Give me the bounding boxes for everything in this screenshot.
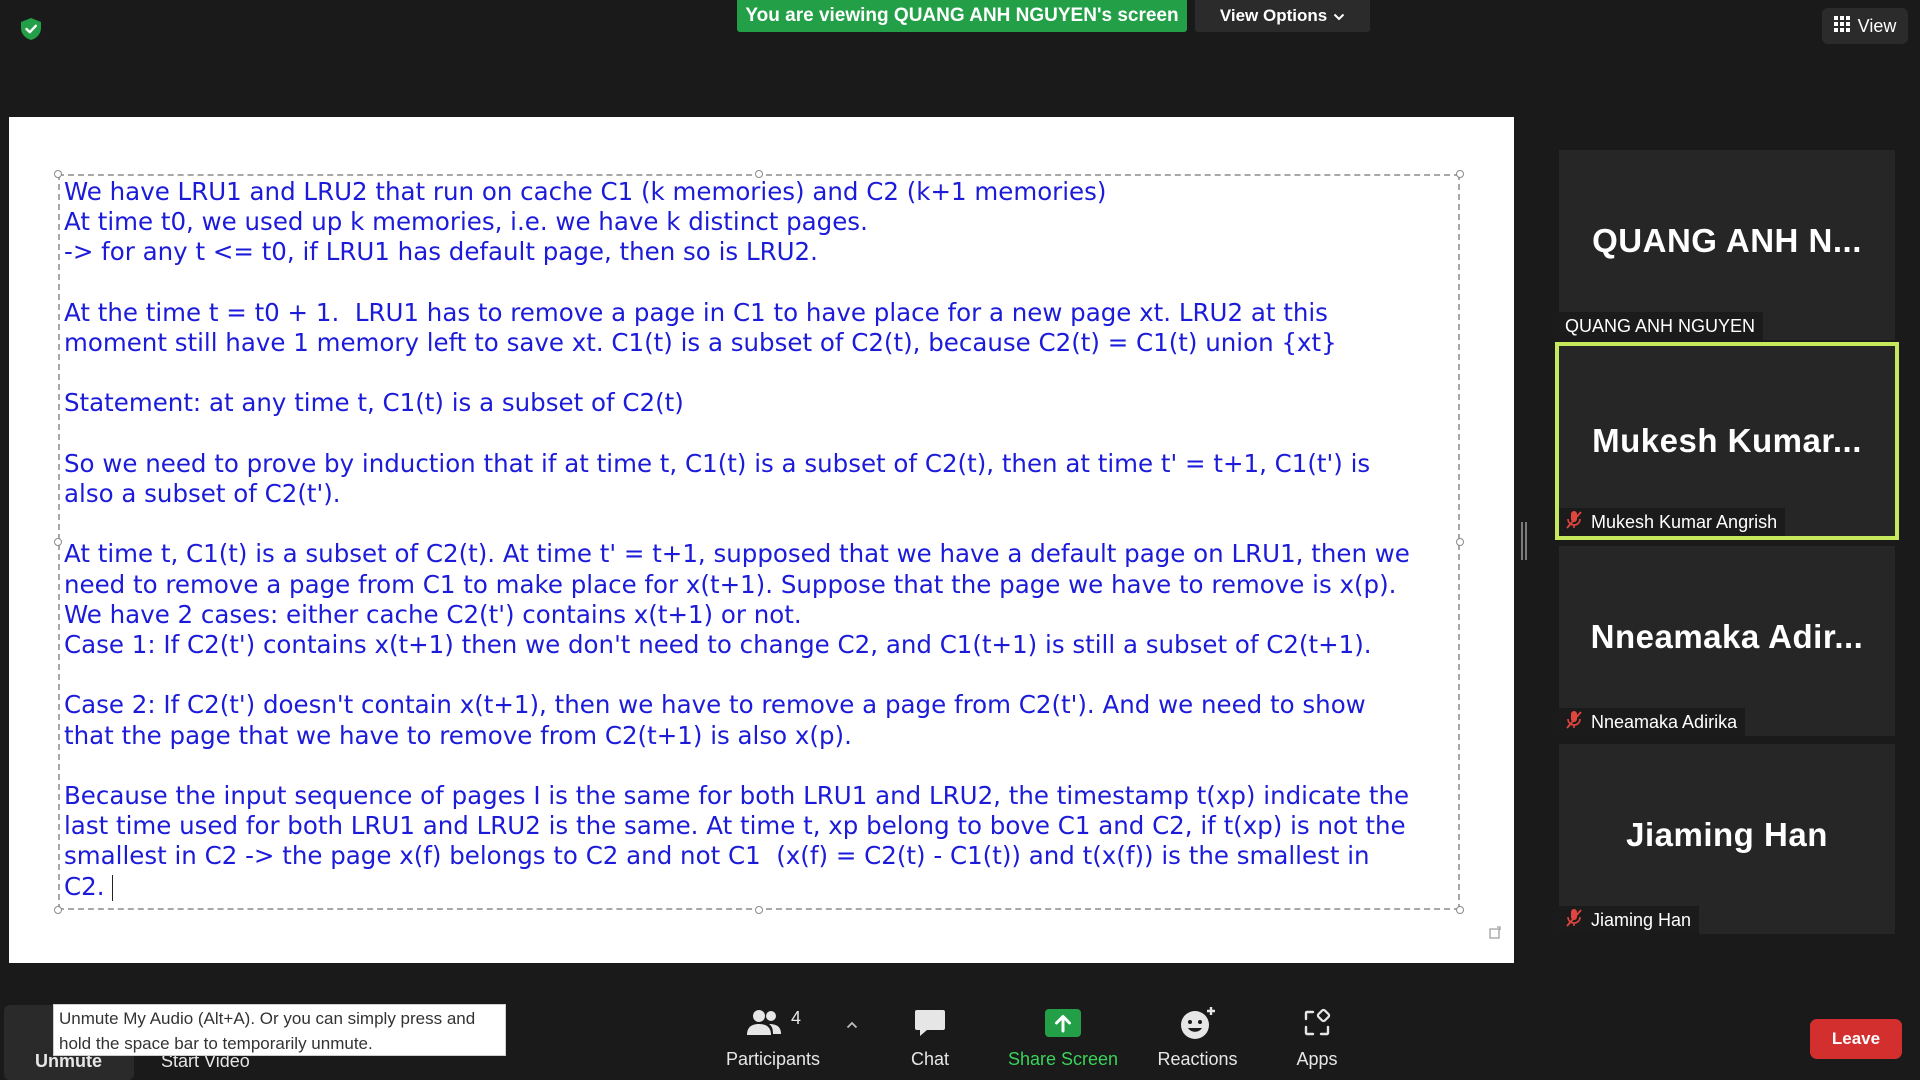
chat-button[interactable]: Chat — [900, 1003, 960, 1073]
participants-button[interactable]: 4 Participants — [718, 1003, 828, 1073]
participants-count: 4 — [790, 1007, 801, 1028]
participant-name-label: Mukesh Kumar Angrish — [1559, 508, 1786, 536]
screen-share-banner: You are viewing QUANG ANH NGUYEN's scree… — [737, 0, 1187, 32]
muted-mic-icon — [1565, 710, 1583, 735]
participant-tile-active-speaker[interactable]: Mukesh Kumar... Mukesh Kumar Angrish — [1555, 342, 1899, 540]
participant-name-label: Nneamaka Adirika — [1559, 708, 1746, 736]
grid-icon — [1833, 15, 1850, 37]
apps-label: Apps — [1296, 1049, 1338, 1069]
panel-resize-splitter[interactable] — [1521, 522, 1527, 560]
participant-tile-name: Nneamaka Adir... — [1590, 618, 1864, 655]
participant-name-label: QUANG ANH NGUYEN — [1559, 312, 1764, 340]
resize-handle-bottom[interactable] — [755, 906, 763, 914]
document-text[interactable]: We have LRU1 and LRU2 that run on cache … — [64, 177, 1459, 902]
participant-tile-name: QUANG ANH N... — [1592, 222, 1862, 259]
muted-mic-icon — [1565, 510, 1583, 535]
text-caret — [112, 874, 114, 901]
participant-tile-name: Jiaming Han — [1626, 816, 1828, 853]
apps-button[interactable]: Apps — [1287, 1003, 1347, 1073]
leave-label: Leave — [1831, 1029, 1881, 1048]
share-screen-button[interactable]: Share Screen — [1003, 1003, 1123, 1073]
view-label: View — [1857, 15, 1897, 36]
apps-icon — [1302, 1003, 1332, 1043]
tooltip-text: Unmute My Audio (Alt+A). Or you can simp… — [59, 1009, 476, 1053]
chat-label: Chat — [910, 1049, 950, 1069]
chat-icon — [913, 1003, 947, 1043]
reactions-button[interactable]: Reactions — [1150, 1003, 1245, 1073]
participants-caret-up-icon[interactable] — [846, 1016, 858, 1034]
reactions-icon — [1178, 1003, 1218, 1043]
resize-handle-left[interactable] — [54, 538, 62, 546]
participant-name-label: Jiaming Han — [1559, 906, 1700, 934]
participants-label: Participants — [725, 1049, 821, 1069]
resize-handle-bottom-left[interactable] — [54, 906, 62, 914]
share-screen-label: Share Screen — [1007, 1049, 1119, 1069]
reactions-label: Reactions — [1157, 1049, 1238, 1069]
viewing-text: You are viewing QUANG ANH NGUYEN's scree… — [745, 5, 1179, 26]
muted-mic-icon — [1565, 908, 1583, 933]
participant-tile[interactable]: QUANG ANH N... QUANG ANH NGUYEN — [1559, 150, 1895, 340]
rotate-icon — [1487, 925, 1503, 941]
participant-tile-name: Mukesh Kumar... — [1592, 422, 1862, 459]
participants-icon: 4 — [745, 1003, 801, 1043]
participant-tile[interactable]: Nneamaka Adir... Nneamaka Adirika — [1559, 546, 1895, 736]
document-body: We have LRU1 and LRU2 that run on cache … — [64, 177, 1410, 901]
view-options-label: View Options — [1219, 6, 1328, 25]
participant-tile[interactable]: Jiaming Han Jiaming Han — [1559, 744, 1895, 934]
view-layout-button[interactable]: View — [1822, 8, 1908, 44]
unmute-tooltip: Unmute My Audio (Alt+A). Or you can simp… — [53, 1004, 506, 1056]
security-shield-icon[interactable] — [18, 16, 44, 42]
view-options-button[interactable]: View Options — [1195, 0, 1370, 32]
share-screen-icon — [1044, 1003, 1082, 1043]
shared-screen: We have LRU1 and LRU2 that run on cache … — [9, 117, 1514, 963]
resize-handle-top-left[interactable] — [54, 170, 62, 178]
chevron-down-icon — [1333, 6, 1345, 26]
leave-button[interactable]: Leave — [1810, 1019, 1902, 1059]
resize-handle-bottom-right[interactable] — [1456, 906, 1464, 914]
